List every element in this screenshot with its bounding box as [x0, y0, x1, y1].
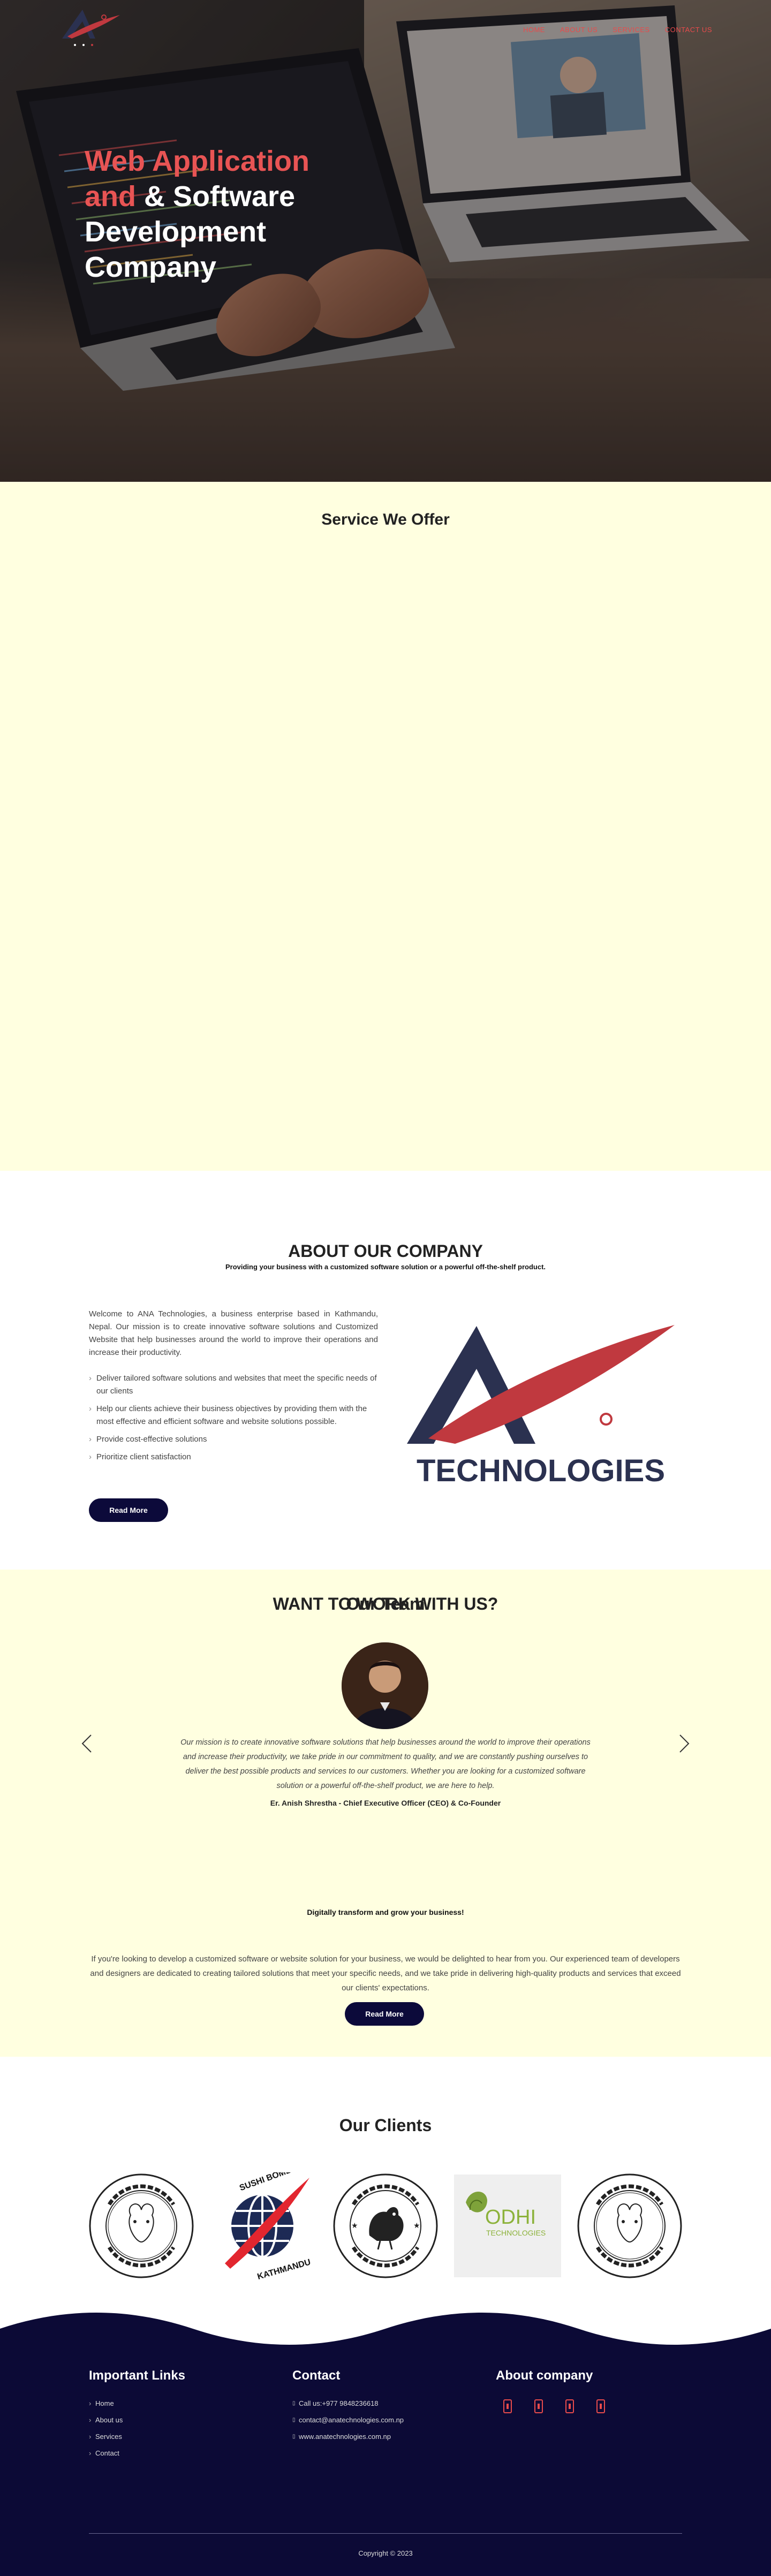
client-logo-sushi-bomber: SUSHI BOMBER KATHMANDU [225, 2172, 312, 2279]
footer-link-contact[interactable]: Contact [89, 2445, 123, 2461]
list-item: Prioritize client satisfaction [89, 1451, 378, 1464]
twitter-icon[interactable] [565, 2399, 574, 2413]
list-item: Help our clients achieve their business … [89, 1403, 378, 1428]
hero-section: HOME ABOUT US SERVICES CONTACT US Web Ap… [0, 0, 771, 482]
list-item: Deliver tailored software solutions and … [89, 1372, 378, 1398]
client-logo-chicken-store: ★ ★ [333, 2173, 438, 2278]
bodhi-logo-text: ODHI [485, 2206, 536, 2229]
nav-link-home[interactable]: HOME [523, 26, 545, 34]
team-quote: Our mission is to create innovative soft… [180, 1738, 591, 1790]
hero-title-and: and [85, 180, 137, 213]
list-item: Provide cost-effective solutions [89, 1433, 378, 1446]
footer-website[interactable]: www.anatechnologies.com.np [292, 2428, 404, 2445]
footer-copyright: Copyright © 2023 [358, 2549, 413, 2557]
client-logo-sweet-store [89, 2173, 194, 2278]
footer-about-title: About company [496, 2368, 593, 2383]
work-subtitle: Digitally transform and grow your busine… [307, 1908, 464, 1916]
client-logo-bodhi-technologies: ODHI TECHNOLOGIES [454, 2175, 561, 2277]
footer-divider [89, 2533, 682, 2534]
ana-logo-wordmark: TECHNOLOGIES [417, 1453, 665, 1488]
footer-email[interactable]: contact@anatechnologies.com.np [292, 2412, 404, 2428]
footer-links-list: Home About us Services Contact [89, 2395, 123, 2461]
footer-links-title: Important Links [89, 2368, 186, 2383]
nav-links: HOME ABOUT US SERVICES CONTACT US [523, 26, 712, 34]
about-paragraph: Welcome to ANA Technologies, a business … [89, 1309, 378, 1357]
footer-link-about[interactable]: About us [89, 2412, 123, 2428]
hero-title-line4: Company [85, 251, 217, 283]
hero-title-software: & Software [136, 180, 296, 213]
footer-wave-divider [0, 2313, 771, 2361]
facebook-icon[interactable] [503, 2399, 512, 2413]
team-section: Our Team Our mission is to create innova… [0, 1570, 771, 2057]
team-member-name: Er. Anish Shrestha - Chief Executive Off… [270, 1799, 501, 1807]
sushi-bomber-top-text: SUSHI BOMBER [238, 2172, 304, 2193]
services-title: Service We Offer [321, 511, 450, 528]
nav-link-services[interactable]: SERVICES [613, 26, 650, 34]
carousel-next-arrow-icon[interactable] [676, 1733, 692, 1754]
clients-title: Our Clients [339, 2116, 432, 2135]
hero-title: Web Application and & Software Developme… [85, 143, 363, 285]
work-read-more-button[interactable]: Read More [345, 2002, 424, 2026]
footer: Important Links Home About us Services C… [0, 2313, 771, 2576]
work-title: WANT TO WORK WITH US? [273, 1594, 498, 1613]
footer-contact-title: Contact [292, 2368, 341, 2383]
footer-contact-list: Call us:+977 9848236618 contact@anatechn… [292, 2395, 404, 2445]
carousel-prev-arrow-icon[interactable] [79, 1733, 95, 1754]
nav-link-contact[interactable]: CONTACT US [665, 26, 712, 34]
svg-text:★: ★ [351, 2221, 358, 2230]
client-logo-sweet-store-repeat [577, 2173, 682, 2278]
hero-title-line3: Development [85, 216, 267, 248]
ana-technologies-logo: TECHNOLOGIES [407, 1325, 675, 1488]
nav-link-about[interactable]: ABOUT US [560, 26, 598, 34]
footer-link-home[interactable]: Home [89, 2395, 123, 2412]
instagram-icon[interactable] [534, 2399, 543, 2413]
about-section: ABOUT OUR COMPANY Providing your busines… [0, 1171, 771, 1570]
footer-link-services[interactable]: Services [89, 2428, 123, 2445]
about-read-more-button[interactable]: Read More [89, 1498, 168, 1522]
svg-text:★: ★ [413, 2221, 420, 2230]
services-section: Service We Offer [0, 482, 771, 1171]
about-subtitle: Providing your business with a customize… [225, 1263, 546, 1271]
bodhi-logo-subtext: TECHNOLOGIES [486, 2229, 546, 2237]
linkedin-icon[interactable] [596, 2399, 605, 2413]
work-paragraph: If you're looking to develop a customize… [90, 1954, 681, 1992]
about-title: ABOUT OUR COMPANY [288, 1241, 483, 1261]
sushi-bomber-bottom-text: KATHMANDU [256, 2257, 312, 2279]
about-list: Deliver tailored software solutions and … [89, 1372, 378, 1468]
top-navbar: HOME ABOUT US SERVICES CONTACT US [0, 0, 771, 59]
footer-phone[interactable]: Call us:+977 9848236618 [292, 2395, 404, 2412]
footer-social-icons [503, 2399, 605, 2413]
hero-title-line1: Web Application [85, 145, 310, 177]
ana-logo[interactable] [51, 5, 126, 55]
team-member-avatar [342, 1642, 428, 1729]
